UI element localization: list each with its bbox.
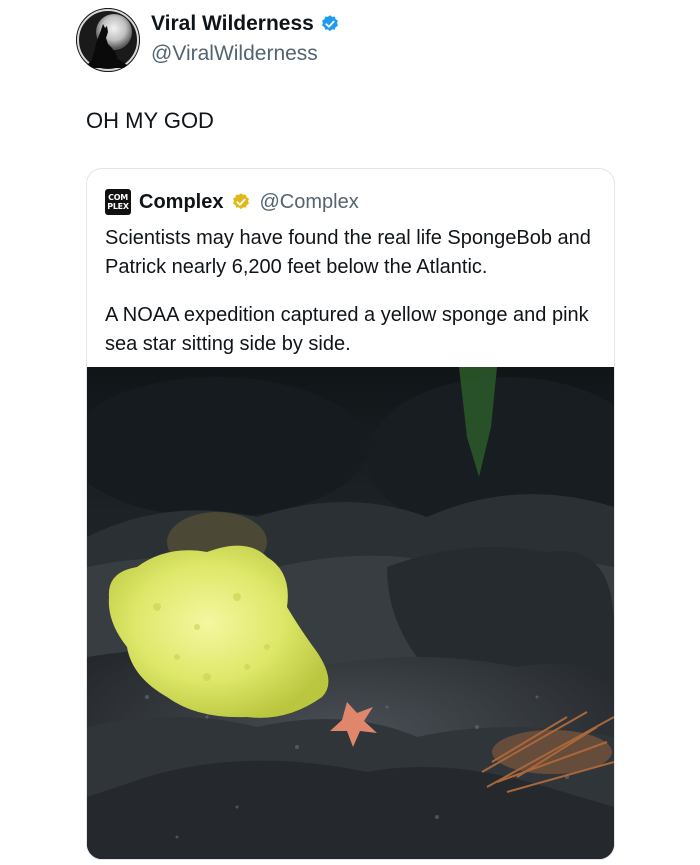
- quoted-post-text: Scientists may have found the real life …: [105, 224, 600, 359]
- tweet-screenshot: Viral Wilderness @ViralWilderness OH MY …: [0, 0, 700, 865]
- author-display-name[interactable]: Viral Wilderness: [151, 12, 340, 36]
- author-name-text: Viral Wilderness: [151, 12, 314, 35]
- seafloor-photo: [87, 367, 614, 859]
- complex-logo-icon[interactable]: COM PLEX: [105, 189, 131, 215]
- quoted-paragraph-1: Scientists may have found the real life …: [105, 227, 591, 278]
- quoted-post-card[interactable]: COM PLEX Complex @Complex Scientists may…: [86, 168, 615, 860]
- quoted-paragraph-2: A NOAA expedition captured a yellow spon…: [105, 304, 589, 355]
- quoted-post-header: COM PLEX Complex @Complex: [105, 189, 359, 215]
- logo-line-2: PLEX: [107, 202, 129, 211]
- quoted-author-handle[interactable]: @Complex: [259, 191, 358, 214]
- quoted-author-name[interactable]: Complex: [139, 191, 223, 214]
- verified-badge-icon: [321, 15, 338, 32]
- logo-line-1: COM: [108, 193, 128, 202]
- wolf-howling-moon-icon: [76, 8, 140, 72]
- gold-verified-badge-icon: [233, 193, 250, 210]
- post-text: OH MY GOD: [86, 108, 214, 133]
- author-handle[interactable]: @ViralWilderness: [151, 42, 318, 66]
- author-avatar[interactable]: [76, 8, 140, 72]
- quoted-post-media[interactable]: [87, 367, 614, 859]
